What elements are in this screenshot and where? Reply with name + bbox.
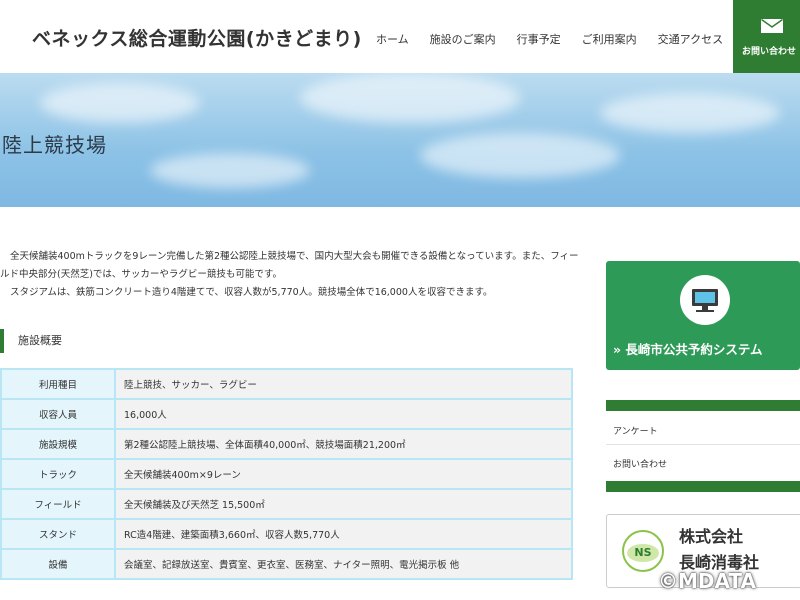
- table-row-label: 設備: [0, 548, 116, 580]
- sponsor-name-line1: 株式会社: [679, 527, 744, 546]
- table-row-label: スタンド: [0, 518, 116, 550]
- contact-button[interactable]: お問い合わせ: [733, 0, 800, 73]
- intro-paragraph-1: 全天候舗装400mトラックを9レーン完備した第2種公認陸上競技場で、国内大型大会…: [0, 251, 579, 280]
- sidebar-divider-bottom: [606, 481, 800, 492]
- sponsor-logo: NS: [622, 530, 664, 572]
- intro-paragraph-2: スタジアムは、鉄筋コンクリート造り4階建てで、収容人数が5,770人。競技場全体…: [10, 287, 493, 298]
- sidebar-divider-top: [606, 400, 800, 411]
- reservation-system-banner[interactable]: » 長崎市公共予約システム: [606, 261, 800, 370]
- table-row-label: 利用種目: [0, 368, 116, 400]
- contact-label: お問い合わせ: [742, 47, 797, 57]
- site-title[interactable]: ベネックス総合運動公園(かきどまり): [32, 24, 362, 51]
- table-row-value: 全天候舗装400m×9レーン: [114, 458, 573, 490]
- nav-events[interactable]: 行事予定: [517, 31, 561, 47]
- table-row-label: 施設規模: [0, 428, 116, 460]
- table-row: 施設規模 第2種公認陸上競技場、全体面積40,000㎡、競技場面積21,200㎡: [0, 428, 573, 460]
- table-row-value: RC造4階建、建築面積3,660㎡、収容人数5,770人: [114, 518, 573, 550]
- table-row: 利用種目 陸上競技、サッカー、ラグビー: [0, 368, 573, 400]
- reservation-system-label: » 長崎市公共予約システム: [613, 342, 763, 357]
- intro-text: 全天候舗装400mトラックを9レーン完備した第2種公認陸上競技場で、国内大型大会…: [0, 248, 585, 302]
- mail-icon: [761, 19, 783, 33]
- facility-table: 利用種目 陸上競技、サッカー、ラグビー 収容人員 16,000人 施設規模 第2種公認陸上…: [0, 368, 573, 580]
- nav-access[interactable]: 交通アクセス: [658, 31, 723, 47]
- table-row-value: 16,000人: [114, 398, 573, 430]
- site-header: ベネックス総合運動公園(かきどまり) ホーム 施設のご案内 行事予定 ご利用案内…: [0, 0, 800, 74]
- table-row-label: トラック: [0, 458, 116, 490]
- computer-icon: [692, 289, 718, 312]
- table-row-value: 陸上競技、サッカー、ラグビー: [114, 368, 573, 400]
- watermark: ©MDATA: [658, 569, 756, 593]
- table-row-value: 全天候舗装及び天然芝 15,500㎡: [114, 488, 573, 520]
- computer-icon-circle: [680, 275, 730, 325]
- page-title: 陸上競技場: [2, 133, 107, 157]
- sidebar-link-contact[interactable]: お問い合わせ: [613, 457, 667, 470]
- sidebar-divider: [606, 444, 800, 445]
- nav-home[interactable]: ホーム: [376, 31, 409, 47]
- table-row-label: フィールド: [0, 488, 116, 520]
- table-row-label: 収容人員: [0, 398, 116, 430]
- table-row-value: 第2種公認陸上競技場、全体面積40,000㎡、競技場面積21,200㎡: [114, 428, 573, 460]
- nav-facilities[interactable]: 施設のご案内: [430, 31, 496, 47]
- table-row: トラック 全天候舗装400m×9レーン: [0, 458, 573, 490]
- section-heading: 施設概要: [0, 329, 218, 353]
- main-nav: ホーム 施設のご案内 行事予定 ご利用案内 交通アクセス: [376, 31, 744, 47]
- nav-usage-guide[interactable]: ご利用案内: [582, 31, 637, 47]
- hero-banner: 陸上競技場: [0, 73, 800, 207]
- sidebar-link-survey[interactable]: アンケート: [613, 424, 658, 437]
- table-row: スタンド RC造4階建、建築面積3,660㎡、収容人数5,770人: [0, 518, 573, 550]
- svg-text:NS: NS: [634, 546, 651, 559]
- table-row: フィールド 全天候舗装及び天然芝 15,500㎡: [0, 488, 573, 520]
- table-row: 収容人員 16,000人: [0, 398, 573, 430]
- table-row-value: 会議室、記録放送室、貴賓室、更衣室、医務室、ナイター照明、電光掲示板 他: [114, 548, 573, 580]
- table-row: 設備 会議室、記録放送室、貴賓室、更衣室、医務室、ナイター照明、電光掲示板 他: [0, 548, 573, 580]
